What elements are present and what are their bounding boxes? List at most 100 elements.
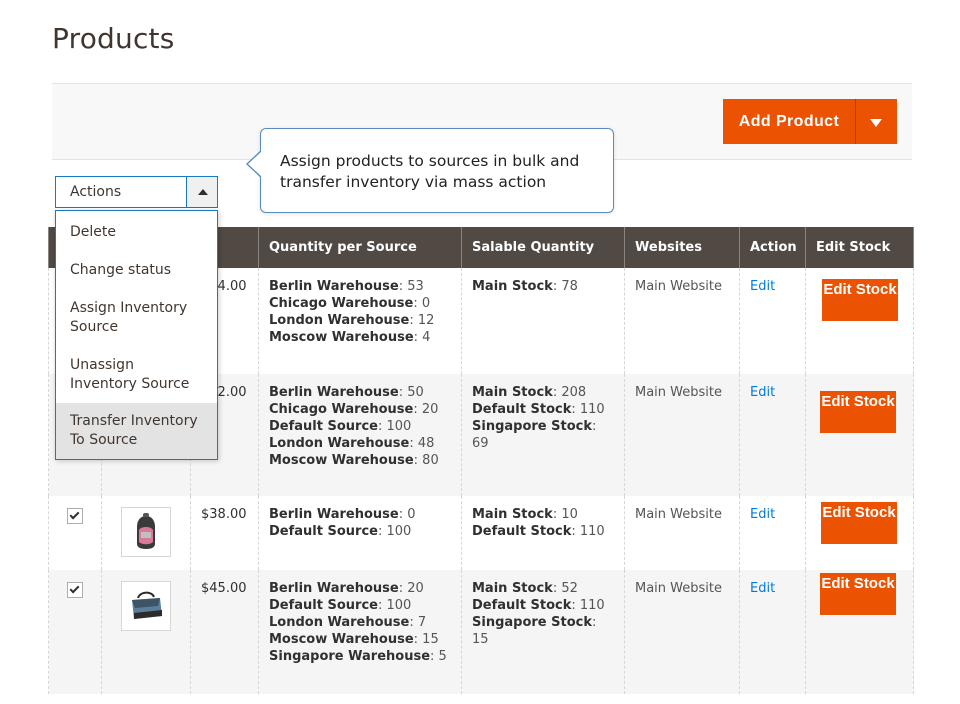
stock-qty: 10 bbox=[561, 507, 578, 522]
price: $38.00 bbox=[201, 507, 247, 522]
source-qty: 12 bbox=[417, 313, 435, 328]
column-header-quantity-per-source[interactable]: Quantity per Source bbox=[258, 227, 462, 268]
stock-qty: 110 bbox=[579, 402, 605, 417]
column-header-action: Action bbox=[739, 227, 806, 268]
menu-item-delete[interactable]: Delete bbox=[56, 211, 217, 251]
menu-item-transfer-inventory-to-source[interactable]: Transfer Inventory To Source bbox=[56, 403, 217, 459]
stock-quantity: Singapore Stock: 69 bbox=[472, 419, 597, 451]
stock-qty: 110 bbox=[579, 598, 605, 613]
source-qty: 100 bbox=[386, 419, 412, 434]
stock-name: Main Stock bbox=[472, 279, 553, 294]
menu-item-unassign-inventory-source[interactable]: Unassign Inventory Source bbox=[56, 346, 217, 403]
price: $45.00 bbox=[201, 581, 247, 596]
edit-stock-button[interactable]: Edit Stock bbox=[822, 279, 898, 321]
stock-quantity: Default Stock: 110 bbox=[472, 402, 605, 417]
stock-qty: 52 bbox=[561, 581, 578, 596]
edit-stock-cell: Edit Stock bbox=[805, 268, 914, 374]
callout-line-1: Assign products to sources in bulk and bbox=[280, 152, 580, 170]
websites-cell: Main Website bbox=[624, 374, 740, 496]
source-name: Berlin Warehouse bbox=[269, 507, 399, 522]
stock-qty: 69 bbox=[472, 436, 489, 451]
source-qty: 100 bbox=[386, 598, 412, 613]
action-cell: Edit bbox=[739, 374, 806, 496]
source-qty: 50 bbox=[407, 385, 424, 400]
source-qty: 80 bbox=[422, 453, 439, 468]
row-checkbox[interactable] bbox=[67, 582, 83, 598]
source-name: Chicago Warehouse bbox=[269, 296, 414, 311]
add-product-options-toggle[interactable] bbox=[855, 99, 897, 144]
row-select-cell[interactable] bbox=[48, 570, 102, 694]
source-quantity: London Warehouse: 48 bbox=[269, 436, 435, 451]
product-thumbnail[interactable] bbox=[121, 581, 171, 631]
edit-stock-cell: Edit Stock bbox=[805, 496, 914, 570]
source-name: London Warehouse bbox=[269, 313, 410, 328]
checkmark-icon bbox=[69, 583, 80, 594]
edit-stock-button[interactable]: Edit Stock bbox=[820, 391, 896, 433]
column-header-salable-quantity[interactable]: Salable Quantity bbox=[461, 227, 625, 268]
source-qty: 7 bbox=[417, 615, 427, 630]
edit-stock-button[interactable]: Edit Stock bbox=[820, 573, 896, 615]
add-product-split-button: Add Product bbox=[723, 99, 897, 144]
source-quantity: London Warehouse: 7 bbox=[269, 615, 427, 630]
source-name: Default Source bbox=[269, 598, 378, 613]
edit-link[interactable]: Edit bbox=[750, 279, 775, 294]
messenger-bag-icon bbox=[132, 591, 162, 619]
source-name: Berlin Warehouse bbox=[269, 279, 399, 294]
stock-qty: 110 bbox=[579, 524, 605, 539]
source-qty: 53 bbox=[407, 279, 424, 294]
stock-name: Singapore Stock bbox=[472, 615, 593, 630]
edit-link[interactable]: Edit bbox=[750, 507, 775, 522]
source-name: Chicago Warehouse bbox=[269, 402, 414, 417]
source-qty: 0 bbox=[407, 507, 416, 522]
source-name: Default Source bbox=[269, 524, 378, 539]
column-header-websites[interactable]: Websites bbox=[624, 227, 740, 268]
product-thumbnail[interactable] bbox=[121, 507, 171, 557]
website-name: Main Website bbox=[635, 385, 722, 400]
salable-quantity-cell: Main Stock: 78 bbox=[461, 268, 625, 374]
source-name: Default Source bbox=[269, 419, 378, 434]
menu-item-assign-inventory-source[interactable]: Assign Inventory Source bbox=[56, 289, 217, 346]
source-qty: 4 bbox=[422, 330, 431, 345]
source-qty: 20 bbox=[421, 402, 439, 417]
menu-item-change-status[interactable]: Change status bbox=[56, 251, 217, 289]
stock-qty: 78 bbox=[561, 279, 578, 294]
row-checkbox[interactable] bbox=[67, 508, 83, 524]
source-name: London Warehouse bbox=[269, 436, 410, 451]
row-select-cell[interactable] bbox=[48, 496, 102, 570]
action-cell: Edit bbox=[739, 268, 806, 374]
stock-name: Default Stock bbox=[472, 524, 572, 539]
add-product-button[interactable]: Add Product bbox=[723, 99, 855, 144]
edit-link[interactable]: Edit bbox=[750, 385, 775, 400]
stock-name: Main Stock bbox=[472, 507, 553, 522]
stock-quantity: Main Stock: 208 bbox=[472, 385, 587, 400]
source-qty: 0 bbox=[421, 296, 431, 311]
source-quantity: Moscow Warehouse: 4 bbox=[269, 330, 431, 345]
website-name: Main Website bbox=[635, 279, 722, 294]
stock-quantity: Default Stock: 110 bbox=[472, 598, 605, 613]
stock-name: Default Stock bbox=[472, 402, 572, 417]
website-name: Main Website bbox=[635, 581, 722, 596]
source-quantity: Berlin Warehouse: 50 bbox=[269, 385, 424, 400]
action-cell: Edit bbox=[739, 496, 806, 570]
source-quantity: Berlin Warehouse: 20 bbox=[269, 581, 424, 596]
source-qty: 5 bbox=[438, 649, 447, 664]
edit-stock-button[interactable]: Edit Stock bbox=[821, 502, 897, 544]
source-qty: 15 bbox=[422, 632, 439, 647]
column-header-edit-stock: Edit Stock bbox=[805, 227, 914, 268]
mass-actions-select[interactable]: Actions bbox=[55, 176, 218, 208]
salable-quantity-cell: Main Stock: 52 Default Stock: 110 Singap… bbox=[461, 570, 625, 694]
backpack-icon bbox=[137, 513, 155, 549]
stock-quantity: Singapore Stock: 15 bbox=[472, 615, 597, 647]
website-name: Main Website bbox=[635, 507, 722, 522]
websites-cell: Main Website bbox=[624, 570, 740, 694]
source-quantity: Moscow Warehouse: 80 bbox=[269, 453, 439, 468]
source-quantity: Singapore Warehouse: 5 bbox=[269, 649, 447, 664]
source-qty: 48 bbox=[417, 436, 435, 451]
source-quantity: Berlin Warehouse: 53 bbox=[269, 279, 424, 294]
price-cell: $38.00 bbox=[190, 496, 259, 570]
source-name: Singapore Warehouse bbox=[269, 649, 431, 664]
edit-link[interactable]: Edit bbox=[750, 581, 775, 596]
mass-actions-label: Actions bbox=[70, 184, 122, 200]
mass-actions-toggle[interactable] bbox=[186, 177, 217, 207]
caret-down-icon bbox=[870, 119, 882, 127]
